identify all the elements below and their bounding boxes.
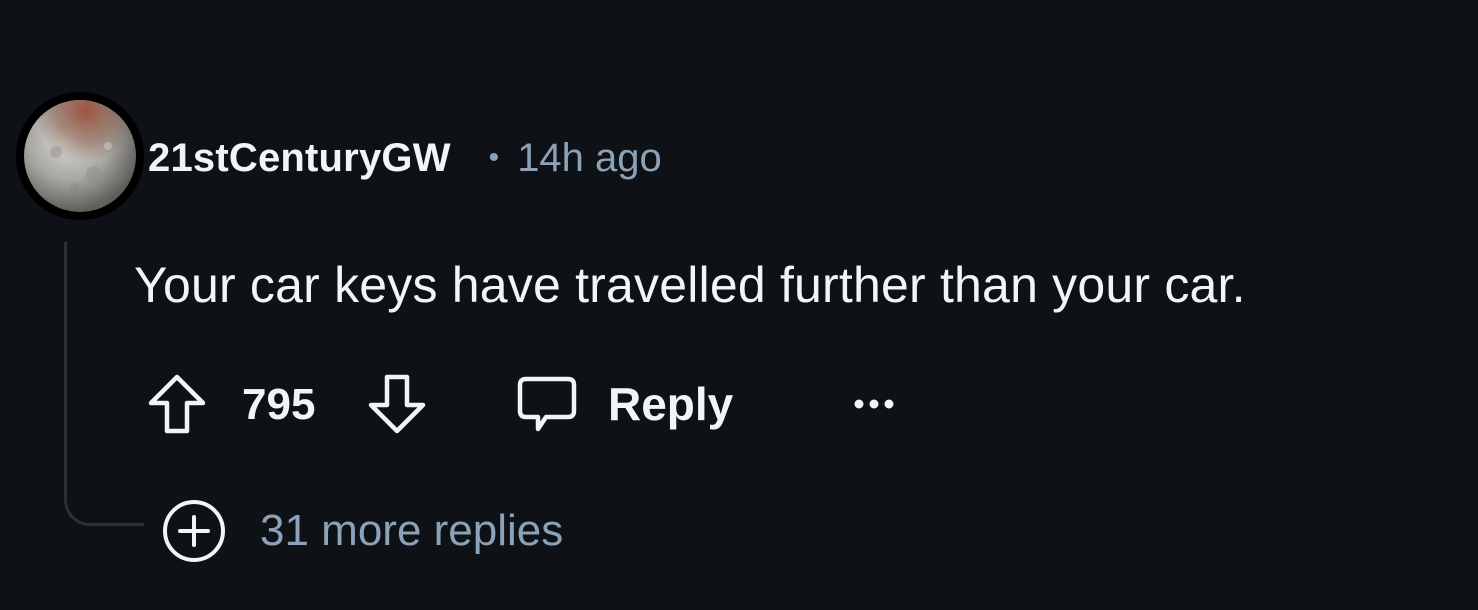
reply-label: Reply [608, 378, 734, 430]
speech-bubble-icon [517, 376, 577, 432]
timestamp[interactable]: 14h ago [517, 136, 662, 181]
username[interactable]: 21stCenturyGW [148, 136, 451, 181]
downvote-button[interactable] [366, 372, 428, 436]
vote-score: 795 [242, 380, 316, 429]
more-options-button[interactable] [846, 384, 902, 424]
more-replies-label: 31 more replies [260, 506, 564, 555]
avatar[interactable] [16, 92, 144, 220]
planet-avatar-icon [16, 92, 144, 220]
comment-header: 21stCenturyGW • 14h ago [148, 134, 662, 182]
more-replies-link[interactable]: 31 more replies [160, 496, 563, 566]
plus-circle-icon [163, 500, 225, 562]
reply-button[interactable]: Reply [516, 372, 733, 436]
comment-thread: 21stCenturyGW • 14h ago Your car keys ha… [0, 0, 1478, 610]
action-bar: 795 Reply [0, 372, 1000, 436]
comment-text: Your car keys have travelled further tha… [134, 257, 1246, 313]
arrow-down-icon [368, 374, 426, 434]
upvote-button[interactable] [146, 372, 208, 436]
ellipsis-icon [854, 399, 894, 409]
separator-dot: • [488, 141, 500, 174]
arrow-up-icon [148, 374, 206, 434]
